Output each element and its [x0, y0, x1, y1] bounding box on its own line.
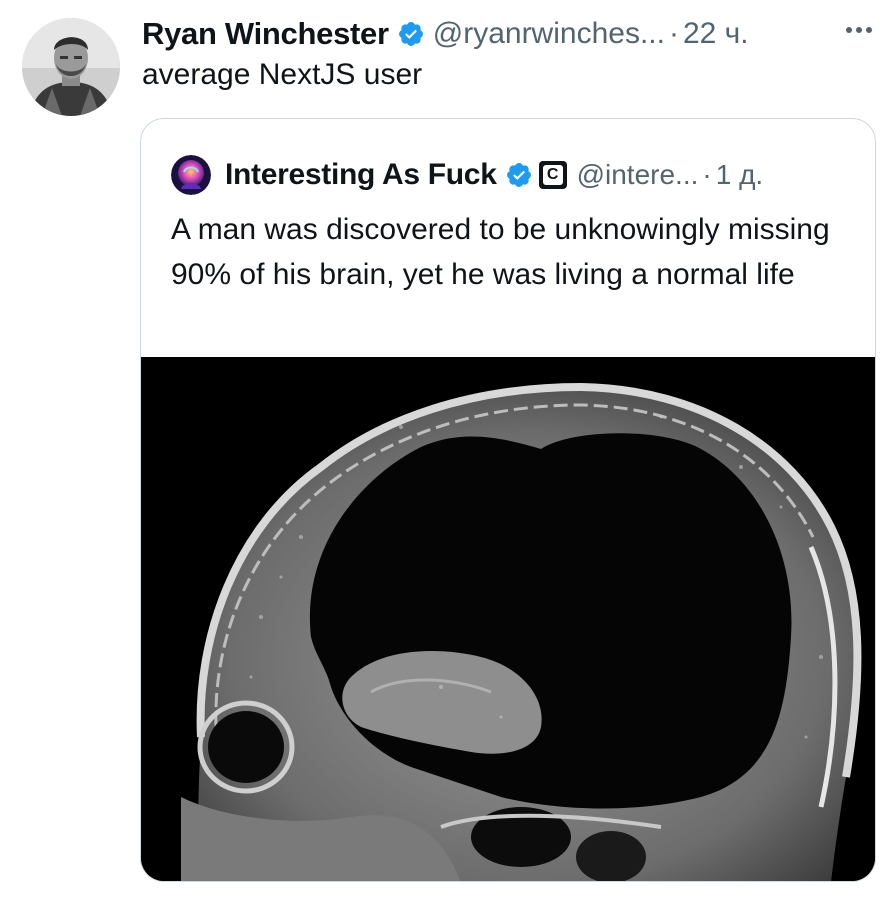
- verified-badge-icon[interactable]: [397, 20, 425, 48]
- quoted-author-avatar[interactable]: [171, 155, 211, 195]
- author-handle[interactable]: @ryanrwinches...: [433, 17, 665, 51]
- dot-separator: ·: [702, 159, 712, 190]
- quoted-author-name[interactable]: Interesting As Fuck: [225, 158, 497, 192]
- tweet-header: Ryan Winchester @ryanrwinches... · 22 ч.: [142, 12, 882, 56]
- dot-separator: ·: [668, 17, 679, 50]
- tweet-text: average NextJS user: [142, 58, 423, 91]
- author-name[interactable]: Ryan Winchester: [142, 16, 389, 52]
- more-options-icon[interactable]: [837, 10, 881, 50]
- quoted-tweet-timestamp[interactable]: 1 д.: [716, 159, 763, 191]
- brain-logo-icon: [171, 155, 211, 195]
- quoted-author-handle[interactable]: @intere...: [577, 159, 699, 191]
- affiliate-label-letter: C: [542, 165, 563, 185]
- quoted-tweet-text: A man was discovered to be unknowingly m…: [171, 213, 830, 291]
- affiliate-label-icon[interactable]: C: [538, 161, 567, 189]
- verified-badge-icon[interactable]: [505, 161, 533, 189]
- quoted-tweet-header: Interesting As Fuck C @intere... · 1 д.: [171, 153, 861, 197]
- tweet-timestamp[interactable]: 22 ч.: [683, 17, 749, 51]
- author-avatar[interactable]: [22, 18, 120, 116]
- person-photo-icon: [22, 18, 120, 116]
- mri-brain-scan-image[interactable]: [141, 357, 875, 881]
- quoted-tweet-card[interactable]: Interesting As Fuck C @intere... · 1 д. …: [140, 118, 876, 882]
